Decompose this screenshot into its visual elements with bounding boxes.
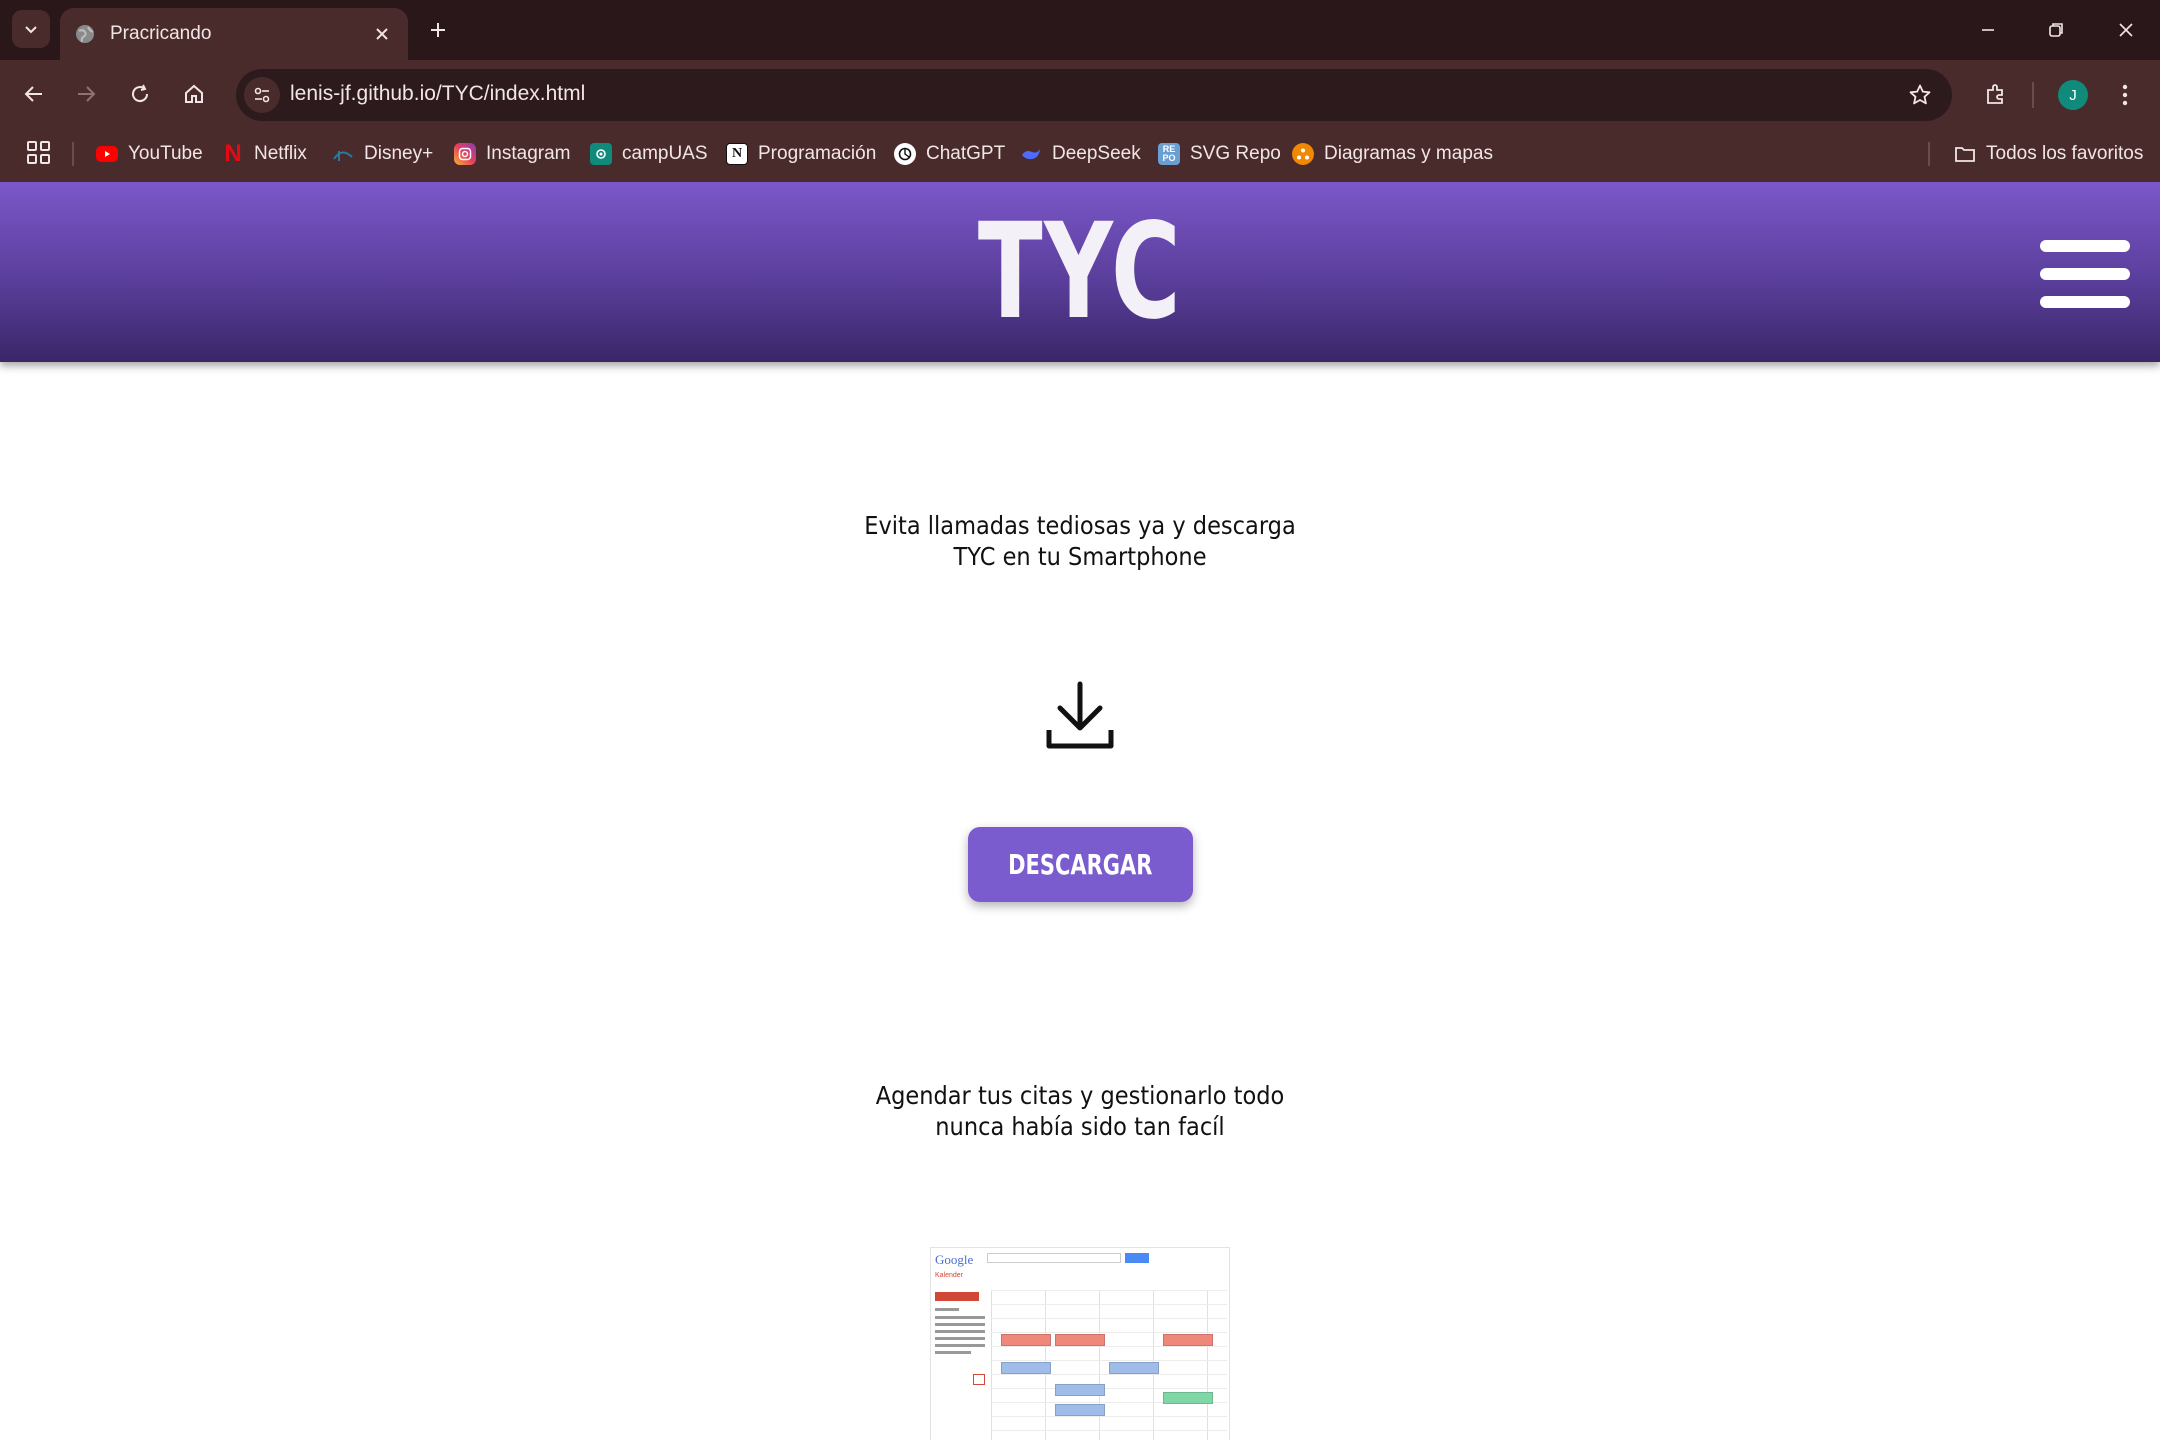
profile-avatar[interactable]: J [2058, 80, 2088, 110]
bookmark-netflix[interactable]: N Netflix [222, 138, 307, 170]
folder-icon [1954, 143, 1976, 165]
all-bookmarks-folder[interactable]: Todos los favoritos [1954, 138, 2143, 170]
feature-line-1: Agendar tus citas y gestionarlo todo [875, 1081, 1285, 1110]
calendar-image-logo: Google [935, 1252, 974, 1267]
calendar-image-search [987, 1253, 1121, 1263]
bookmarks-right-divider [1928, 142, 1930, 166]
netflix-icon: N [224, 140, 242, 167]
calendar-image-event [1055, 1404, 1105, 1416]
close-window-icon[interactable] [2106, 12, 2146, 48]
calendar-image-mini-month [935, 1308, 985, 1354]
calendar-image-search-button [1125, 1253, 1149, 1263]
calendar-image-event [1163, 1392, 1213, 1404]
calendar-image-event [1001, 1362, 1051, 1374]
calendar-image-event [1055, 1384, 1105, 1396]
bookmark-label: campUAS [622, 143, 708, 164]
bookmark-instagram[interactable]: Instagram [454, 138, 570, 170]
forward-icon[interactable] [66, 74, 106, 114]
campuas-icon [590, 143, 612, 165]
bookmark-label: Netflix [254, 143, 307, 164]
back-icon[interactable] [14, 74, 54, 114]
instagram-icon [454, 143, 476, 165]
chevron-down-icon [25, 26, 37, 34]
extensions-icon[interactable] [1976, 74, 2016, 114]
bookmark-programacion[interactable]: N Programación [726, 138, 876, 170]
calendar-image-event [1163, 1334, 1213, 1346]
new-tab-icon[interactable] [420, 12, 456, 48]
tab-title: Pracricando [110, 23, 212, 44]
calendar-image-event [1001, 1334, 1051, 1346]
calendar-image-title: Kalender [935, 1272, 964, 1279]
site-logo[interactable]: TYC [302, 206, 1857, 338]
feature-line-2: nunca había sido tan facíl [935, 1112, 1225, 1141]
browser-menu-icon[interactable] [2110, 78, 2140, 112]
download-button-label: DESCARGAR [1008, 848, 1153, 881]
globe-icon [76, 25, 94, 43]
calendar-image-grid [991, 1290, 1227, 1440]
browser-chrome: Pracricando lenis-jf.github.io/TYC/index… [0, 0, 2160, 312]
bookmark-label: Disney+ [364, 143, 434, 164]
address-bar[interactable]: lenis-jf.github.io/TYC/index.html [236, 69, 1952, 121]
bookmark-star-icon[interactable] [1906, 81, 1934, 109]
bookmark-label: Programación [758, 143, 877, 164]
bookmark-label: Diagramas y mapas [1324, 143, 1493, 164]
svgrepo-icon: RE PO [1158, 143, 1180, 165]
bookmark-label: ChatGPT [926, 143, 1006, 164]
bookmark-svgrepo[interactable]: RE PO SVG Repo [1158, 138, 1281, 170]
chatgpt-icon [894, 143, 916, 165]
active-tab[interactable]: Pracricando [60, 8, 408, 60]
site-info-icon[interactable] [244, 77, 280, 113]
hero-text: Evita llamadas tediosas ya y descarga TY… [108, 510, 2052, 572]
notion-icon: N [726, 143, 748, 165]
reload-icon[interactable] [120, 74, 160, 114]
bookmark-label: YouTube [128, 143, 203, 164]
web-page: TYC Evita llamadas tediosas ya y descarg… [0, 182, 2160, 1440]
tab-strip: Pracricando [0, 0, 2160, 60]
hero-line-2: TYC en tu Smartphone [953, 542, 1207, 571]
download-icon[interactable] [1044, 678, 1116, 750]
bookmarks-divider [72, 142, 74, 166]
toolbar: lenis-jf.github.io/TYC/index.html J [0, 60, 2160, 130]
bookmark-label: SVG Repo [1190, 143, 1281, 164]
bookmark-label: DeepSeek [1052, 143, 1141, 164]
apps-grid-icon[interactable] [26, 140, 52, 166]
toolbar-divider [2032, 82, 2034, 108]
home-icon[interactable] [174, 74, 214, 114]
feature-text: Agendar tus citas y gestionarlo todo nun… [108, 1080, 2052, 1142]
bookmark-deepseek[interactable]: DeepSeek [1020, 138, 1141, 170]
bookmark-youtube[interactable]: YouTube [96, 138, 203, 170]
calendar-screenshot: Google Kalender [930, 1247, 1230, 1440]
close-tab-icon[interactable] [370, 22, 394, 46]
bookmark-campuas[interactable]: campUAS [590, 138, 708, 170]
bookmark-chatgpt[interactable]: ChatGPT [894, 138, 1005, 170]
hamburger-menu-icon[interactable] [2040, 240, 2130, 308]
site-header: TYC [0, 182, 2160, 362]
diagrams-icon [1292, 143, 1314, 165]
calendar-image-event [1109, 1362, 1159, 1374]
calendar-image-highlight [973, 1374, 985, 1385]
bookmark-label: Instagram [486, 143, 571, 164]
download-button[interactable]: DESCARGAR [968, 827, 1193, 902]
tab-search-button[interactable] [12, 10, 50, 48]
url-text[interactable]: lenis-jf.github.io/TYC/index.html [290, 82, 585, 106]
restore-icon[interactable] [2036, 12, 2076, 48]
deepseek-icon [1020, 143, 1042, 165]
calendar-image-event [1055, 1334, 1105, 1346]
calendar-image-create-button [935, 1292, 979, 1301]
youtube-icon [96, 146, 118, 162]
disney-icon [332, 143, 354, 165]
bookmark-diagramas[interactable]: Diagramas y mapas [1292, 138, 1493, 170]
hero-line-1: Evita llamadas tediosas ya y descarga [864, 511, 1296, 540]
minimize-icon[interactable] [1968, 12, 2008, 48]
bookmarks-bar: YouTube N Netflix Disney+ Instagram camp… [0, 130, 2160, 312]
bookmark-disney[interactable]: Disney+ [332, 138, 433, 170]
bookmark-label: Todos los favoritos [1986, 143, 2144, 164]
